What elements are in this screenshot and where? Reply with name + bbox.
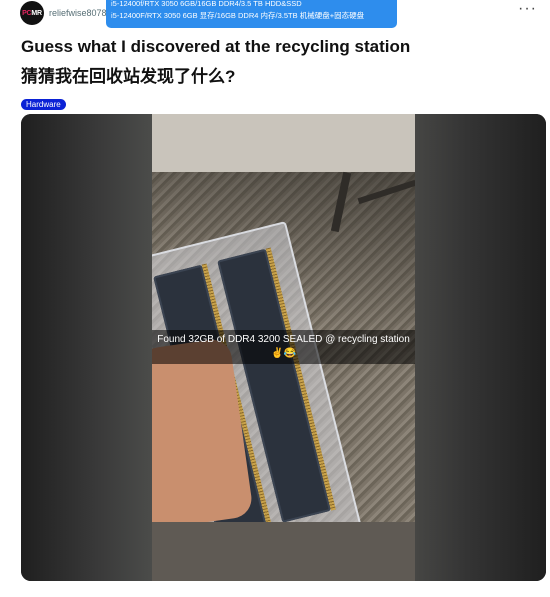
avatar-text-a: PC xyxy=(22,9,32,17)
post-title: Guess what I discovered at the recycling… xyxy=(21,37,411,56)
hover-tooltip: i5-12400f/RTX 3050 6GB/16GB DDR4/3.5 TB … xyxy=(106,0,397,28)
more-options-icon[interactable]: ··· xyxy=(518,0,537,18)
photo-background xyxy=(152,114,415,172)
user-avatar[interactable]: PC MR xyxy=(20,1,44,25)
tooltip-line-2: i5-12400F/RTX 3050 6GB 显存/16GB DDR4 内存/3… xyxy=(111,11,365,20)
username-link[interactable]: reliefwise8078 xyxy=(49,8,107,18)
post-photo[interactable]: Found 32GB of DDR4 3200 SEALED @ recycli… xyxy=(152,114,415,581)
photo-bottom xyxy=(152,522,415,581)
avatar-text-b: MR xyxy=(31,9,42,17)
media-blur-right xyxy=(415,114,546,581)
post-media[interactable]: Found 32GB of DDR4 3200 SEALED @ recycli… xyxy=(21,114,546,581)
photo-caption: Found 32GB of DDR4 3200 SEALED @ recycli… xyxy=(152,330,415,364)
tooltip-line-1: i5-12400f/RTX 3050 6GB/16GB DDR4/3.5 TB … xyxy=(111,0,302,8)
post-flair[interactable]: Hardware xyxy=(21,99,66,110)
post-header: PC MR reliefwise8078 i5-12400f/RTX 3050 6… xyxy=(0,0,550,30)
post-title-translation: 猜猜我在回收站发现了什么? xyxy=(21,67,236,86)
media-blur-left xyxy=(21,114,152,581)
